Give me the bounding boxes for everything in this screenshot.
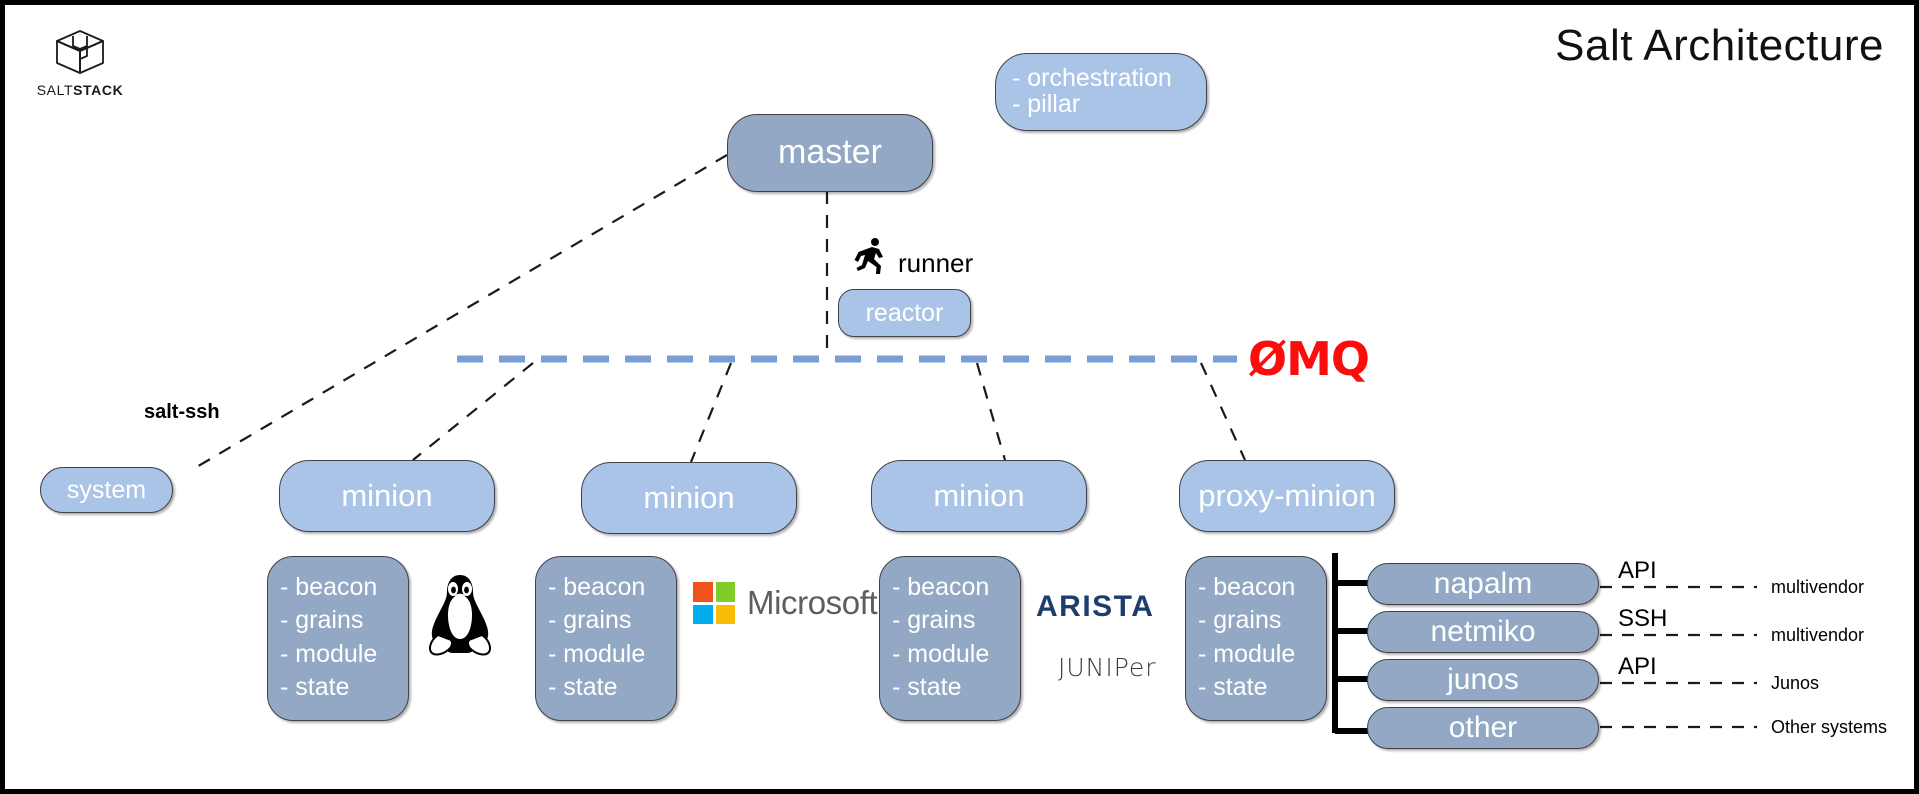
- page-title: Salt Architecture: [1555, 21, 1884, 70]
- proxy-module-label: netmiko: [1430, 615, 1536, 649]
- diagram-canvas: Salt Architecture SALTSTACK master - orc…: [0, 0, 1919, 794]
- node-proxy-module-napalm[interactable]: napalm: [1367, 563, 1599, 605]
- capability-item: - module: [892, 639, 990, 668]
- salt-ssh-label: salt-ssh: [144, 401, 220, 423]
- zeromq-label: ØMQ: [1248, 332, 1370, 386]
- node-reactor-label: reactor: [865, 298, 944, 327]
- saltstack-word-light: SALT: [36, 82, 74, 98]
- saltstack-box-icon: [56, 30, 104, 74]
- node-master-label: master: [778, 133, 882, 172]
- proxy-module-label: junos: [1447, 663, 1519, 697]
- protocol-label-napalm: API: [1618, 557, 1657, 584]
- node-proxy-minion-label: proxy-minion: [1198, 477, 1376, 513]
- capability-item: - state: [1198, 672, 1268, 701]
- capabilities-minion-3: - beacon - grains - module - state: [879, 556, 1021, 721]
- node-orchestration-pillar[interactable]: - orchestration - pillar: [995, 53, 1207, 131]
- capabilities-proxy-minion: - beacon - grains - module - state: [1185, 556, 1327, 721]
- orchestration-line-1: - orchestration: [1012, 64, 1172, 92]
- node-system-label: system: [66, 475, 147, 504]
- capability-item: - beacon: [548, 573, 646, 601]
- capability-item: - grains: [1198, 606, 1282, 635]
- microsoft-logo: Microsoft: [693, 582, 878, 624]
- node-minion-3-label: minion: [933, 477, 1025, 513]
- node-proxy-minion[interactable]: proxy-minion: [1179, 460, 1395, 532]
- capability-item: - module: [548, 639, 646, 668]
- microsoft-wordmark: Microsoft: [747, 584, 878, 621]
- target-label-junos: Junos: [1771, 673, 1820, 693]
- linux-tux-icon: [428, 575, 492, 656]
- protocol-label-netmiko: SSH: [1618, 605, 1668, 632]
- node-minion-2[interactable]: minion: [581, 462, 797, 534]
- node-minion-1-label: minion: [341, 477, 433, 513]
- capability-item: - beacon: [280, 573, 378, 601]
- node-proxy-module-netmiko[interactable]: netmiko: [1367, 611, 1599, 653]
- arista-logo: ARISTA: [1036, 590, 1155, 623]
- node-proxy-module-junos[interactable]: junos: [1367, 659, 1599, 701]
- capability-item: - state: [892, 672, 962, 701]
- node-reactor[interactable]: reactor: [838, 289, 971, 337]
- capability-item: - beacon: [892, 573, 990, 601]
- capabilities-minion-2: - beacon - grains - module - state: [535, 556, 677, 721]
- saltstack-logo: SALTSTACK: [25, 27, 135, 98]
- juniper-logo: JUNIPer: [1058, 653, 1157, 682]
- node-minion-2-label: minion: [643, 479, 735, 515]
- capability-item: - beacon: [1198, 573, 1296, 601]
- proxy-module-label: other: [1448, 711, 1518, 745]
- target-label-napalm: multivendor: [1771, 577, 1865, 597]
- runner-label: runner: [898, 248, 974, 278]
- target-label-other: Other systems: [1771, 717, 1888, 737]
- node-master[interactable]: master: [727, 114, 933, 192]
- node-proxy-module-other[interactable]: other: [1367, 707, 1599, 749]
- microsoft-squares-icon: [693, 582, 735, 624]
- protocol-label-junos: API: [1618, 653, 1657, 680]
- node-system[interactable]: system: [40, 467, 173, 513]
- capability-item: - state: [280, 672, 350, 701]
- capability-item: - grains: [548, 606, 632, 635]
- capability-item: - module: [280, 639, 378, 668]
- target-label-netmiko: multivendor: [1771, 625, 1865, 645]
- capabilities-minion-1: - beacon - grains - module - state: [267, 556, 409, 721]
- capability-item: - state: [548, 672, 618, 701]
- node-minion-3[interactable]: minion: [871, 460, 1087, 532]
- capability-item: - module: [1198, 639, 1296, 668]
- saltstack-word-bold: STACK: [73, 82, 124, 98]
- runner-icon: [854, 238, 883, 274]
- orchestration-line-2: - pillar: [1012, 90, 1081, 119]
- saltstack-wordmark: SALTSTACK: [25, 82, 135, 98]
- node-minion-1[interactable]: minion: [279, 460, 495, 532]
- capability-item: - grains: [892, 606, 976, 635]
- proxy-module-label: napalm: [1433, 567, 1533, 601]
- capability-item: - grains: [280, 606, 364, 635]
